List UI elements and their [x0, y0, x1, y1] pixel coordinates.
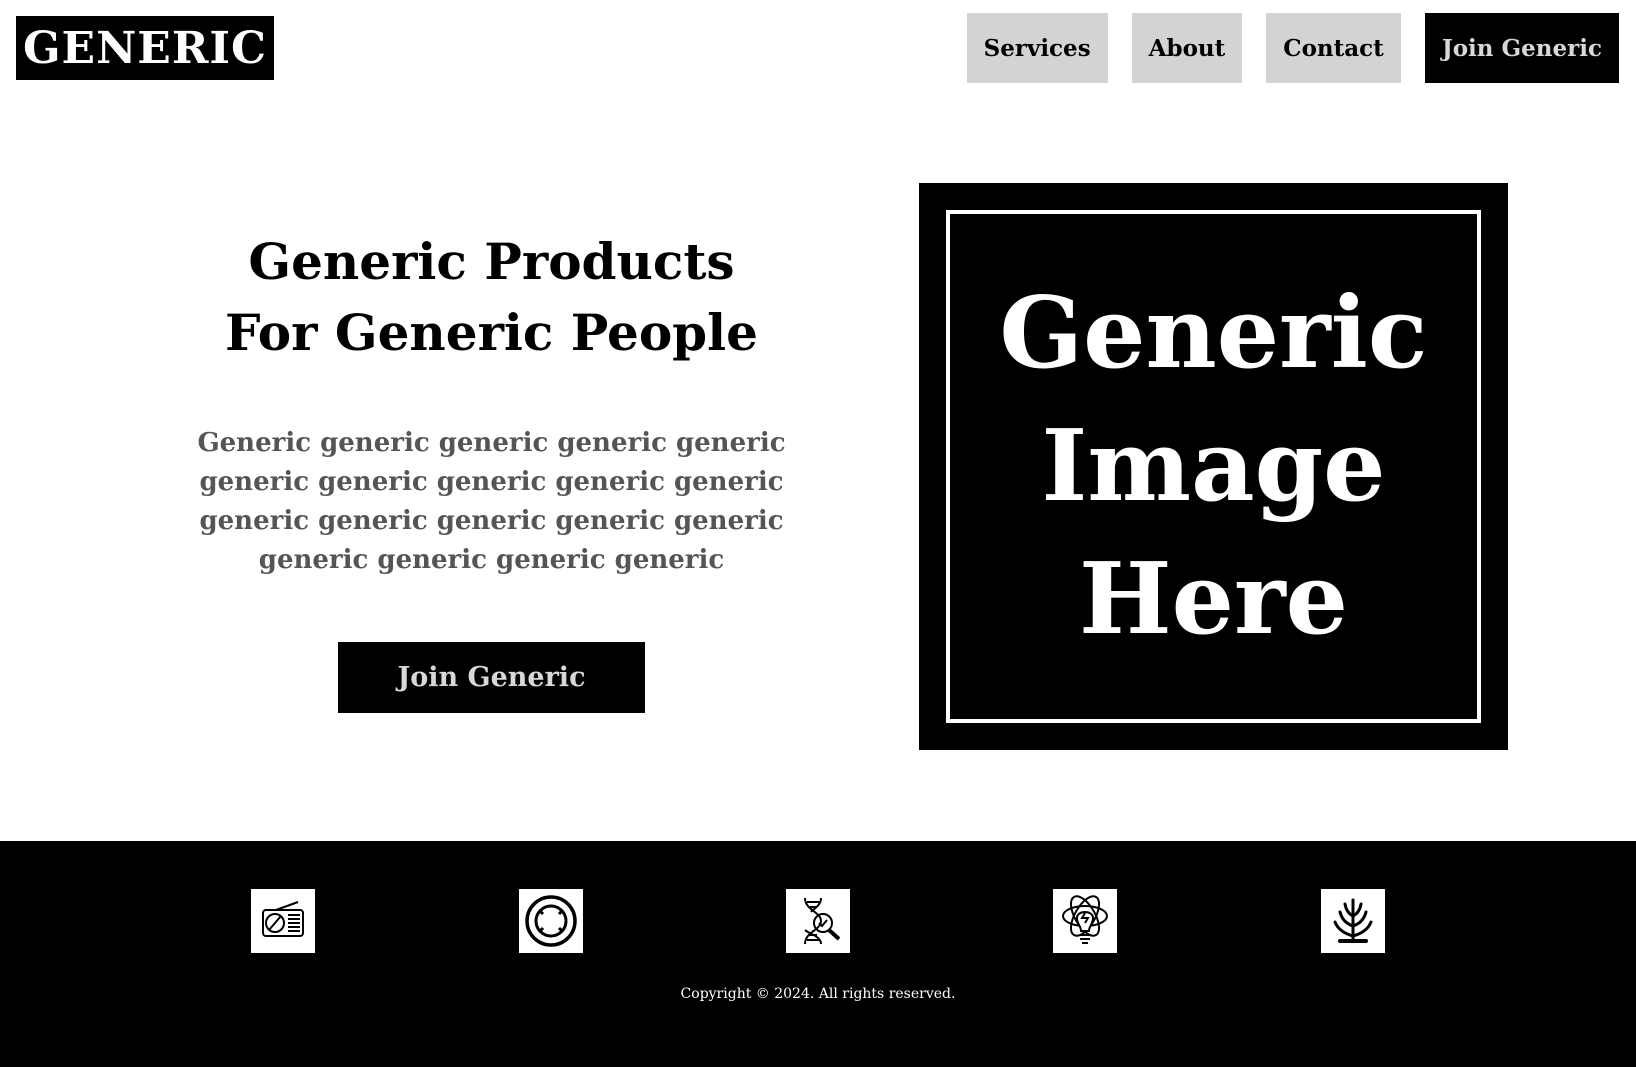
radio-icon[interactable] [251, 889, 315, 953]
site-header: GENERIC Services About Contact Join Gene… [0, 0, 1636, 96]
hero-title: Generic Products For Generic People [150, 226, 833, 368]
hero-description-line: Generic generic generic generic generic [197, 428, 786, 458]
nav-join-button[interactable]: Join Generic [1424, 13, 1619, 83]
hero-title-line: Generic Products [248, 232, 735, 291]
site-logo[interactable]: GENERIC [16, 16, 274, 80]
hero-join-button[interactable]: Join Generic [338, 642, 645, 713]
hero-description: Generic generic generic generic generic … [192, 424, 792, 580]
site-footer: Copyright © 2024. All rights reserved. [0, 841, 1636, 1067]
image-placeholder: Generic Image Here [919, 183, 1508, 750]
hero-content: Generic Products For Generic People Gene… [150, 226, 833, 713]
nav-about-button[interactable]: About [1131, 13, 1243, 83]
dna-search-icon[interactable] [786, 889, 850, 953]
image-placeholder-text: Image [1041, 409, 1386, 524]
lightbulb-atom-icon[interactable] [1053, 889, 1117, 953]
hero-title-line: For Generic People [225, 303, 758, 362]
main-nav: Services About Contact Join Generic [966, 13, 1619, 83]
hero-description-line: generic generic generic generic generic [199, 467, 784, 497]
image-placeholder-text: Here [1079, 542, 1348, 657]
hero-description-line: generic generic generic generic generic [199, 506, 784, 536]
ring-icon[interactable] [519, 889, 583, 953]
image-placeholder-text: Generic [999, 276, 1428, 391]
copyright-text: Copyright © 2024. All rights reserved. [680, 986, 956, 1002]
plant-icon[interactable] [1321, 889, 1385, 953]
hero-section: Generic Products For Generic People Gene… [0, 96, 1636, 841]
image-placeholder-frame: Generic Image Here [946, 210, 1481, 723]
nav-services-button[interactable]: Services [966, 13, 1108, 83]
hero-description-line: generic generic generic generic [258, 545, 725, 575]
nav-contact-button[interactable]: Contact [1266, 13, 1401, 83]
